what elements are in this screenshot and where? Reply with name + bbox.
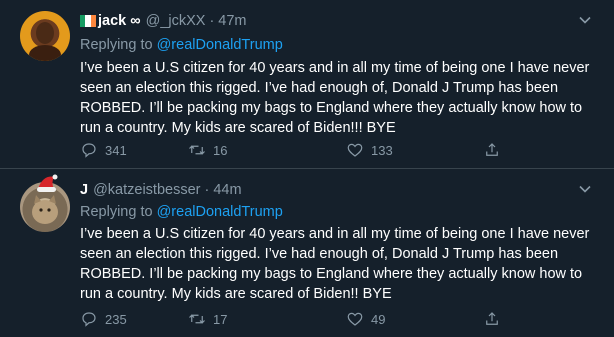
- tweet-actions: 235 17 49: [80, 310, 600, 330]
- share-button[interactable]: [483, 310, 501, 328]
- replying-to: Replying to @realDonaldTrump: [80, 204, 283, 220]
- user-handle[interactable]: @katzeistbesser: [93, 182, 200, 198]
- reply-icon: [82, 143, 96, 158]
- retweet-button[interactable]: 16: [188, 141, 227, 159]
- share-icon: [486, 143, 498, 156]
- tweet-actions: 341 16 133: [80, 141, 600, 161]
- reply-icon: [82, 312, 96, 327]
- like-icon: [347, 312, 363, 326]
- replying-prefix: Replying to: [80, 37, 153, 53]
- tweet[interactable]: jack ∞ @_jckXX · 47m Replying to @realDo…: [0, 0, 614, 169]
- retweet-count: 17: [213, 311, 228, 327]
- replying-to: Replying to @realDonaldTrump: [80, 37, 283, 53]
- caret-down-icon[interactable]: [578, 182, 592, 196]
- reply-count: 341: [105, 142, 127, 158]
- avatar-portrait-icon: [29, 22, 61, 61]
- like-button[interactable]: 133: [346, 141, 393, 159]
- reply-button[interactable]: 235: [80, 310, 127, 328]
- like-count: 49: [371, 311, 386, 327]
- irish-flag-icon: [80, 15, 96, 27]
- mention-link[interactable]: @realDonaldTrump: [157, 37, 283, 53]
- caret-down-icon[interactable]: [578, 13, 592, 27]
- like-button[interactable]: 49: [346, 310, 385, 328]
- timestamp[interactable]: 44m: [213, 182, 241, 198]
- mention-link[interactable]: @realDonaldTrump: [157, 204, 283, 220]
- share-button[interactable]: [483, 141, 501, 159]
- retweet-button[interactable]: 17: [188, 310, 227, 328]
- retweet-icon: [189, 314, 205, 324]
- separator-dot: ·: [209, 13, 215, 29]
- tweet[interactable]: J @katzeistbesser · 44m Replying to @rea…: [0, 169, 614, 337]
- user-handle[interactable]: @_jckXX: [146, 13, 206, 29]
- reply-button[interactable]: 341: [80, 141, 127, 159]
- replying-prefix: Replying to: [80, 204, 153, 220]
- tweet-text: I’ve been a U.S citizen for 40 years and…: [80, 60, 590, 136]
- tweet-header: jack ∞ @_jckXX · 47m: [80, 13, 247, 29]
- like-icon: [347, 143, 363, 157]
- display-name[interactable]: J: [80, 182, 88, 198]
- avatar[interactable]: [20, 11, 70, 61]
- like-count: 133: [371, 142, 393, 158]
- reply-count: 235: [105, 311, 127, 327]
- retweet-count: 16: [213, 142, 228, 158]
- display-name[interactable]: jack ∞: [98, 13, 141, 29]
- timestamp[interactable]: 47m: [218, 13, 246, 29]
- santa-hat-icon: [37, 174, 58, 192]
- tweet-header: J @katzeistbesser · 44m: [80, 182, 242, 198]
- tweet-text: I’ve been a U.S citizen for 40 years and…: [80, 226, 590, 302]
- retweet-icon: [189, 145, 205, 155]
- share-icon: [486, 312, 498, 325]
- separator-dot: ·: [204, 182, 210, 198]
